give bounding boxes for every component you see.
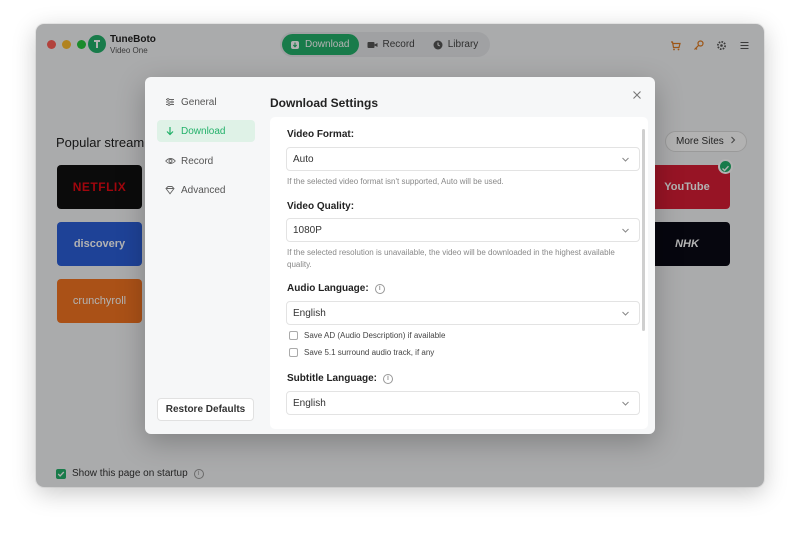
sidebar-item-general-label: General [181,96,217,108]
sidebar-item-general[interactable]: General [157,91,255,113]
save-surround-label: Save 5.1 surround audio track, if any [304,348,435,357]
sidebar-item-advanced[interactable]: Advanced [157,179,255,201]
audio-language-select[interactable]: English [286,301,640,325]
info-icon[interactable]: i [374,283,385,294]
settings-scrollbar[interactable] [642,129,645,331]
video-quality-value: 1080P [293,224,322,236]
close-dialog-icon[interactable] [631,88,643,100]
sidebar-item-advanced-label: Advanced [181,184,226,196]
sidebar-item-download-label: Download [181,125,226,137]
video-format-hint: If the selected video format isn't suppo… [287,177,504,186]
subtitle-language-label: Subtitle Language: [287,373,377,384]
video-quality-label: Video Quality: [287,201,355,212]
video-quality-hint: If the selected resolution is unavailabl… [287,248,615,269]
save-ad-option: Save AD (Audio Description) if available [289,331,445,340]
sliders-icon [165,97,175,107]
audio-language-label-row: Audio Language: i [287,283,385,294]
info-icon[interactable]: i [383,373,393,384]
save-surround-checkbox[interactable] [289,348,298,357]
chevron-down-icon [621,399,630,408]
video-format-label: Video Format: [287,129,355,140]
save-ad-label: Save AD (Audio Description) if available [304,331,446,340]
video-format-value: Auto [293,153,314,165]
audio-language-value: English [293,307,326,319]
sidebar-item-download[interactable]: Download [157,120,255,142]
subtitle-language-label-row: Subtitle Language: i [287,373,393,384]
restore-defaults-button[interactable]: Restore Defaults [157,398,254,421]
chevron-down-icon [621,226,630,235]
save-surround-option: Save 5.1 surround audio track, if any [289,348,434,357]
download-settings-dialog: General Download Record Advanced Restore… [145,77,655,434]
subtitle-language-select[interactable]: English [286,391,640,415]
sidebar-item-record-label: Record [181,155,214,167]
settings-sidebar: General Download Record Advanced Restore… [145,77,263,434]
dialog-title: Download Settings [270,96,378,110]
video-format-select[interactable]: Auto [286,147,640,171]
download-arrow-icon [165,126,175,136]
chevron-down-icon [621,309,630,318]
subtitle-language-value: English [293,397,326,409]
save-ad-checkbox[interactable] [289,331,298,340]
diamond-icon [165,185,175,195]
sidebar-item-record[interactable]: Record [157,150,255,172]
audio-language-label: Audio Language: [287,283,369,294]
eye-icon [165,156,176,166]
chevron-down-icon [621,155,630,164]
settings-panel: Video Format: Auto If the selected video… [270,117,648,429]
video-quality-select[interactable]: 1080P [286,218,640,242]
